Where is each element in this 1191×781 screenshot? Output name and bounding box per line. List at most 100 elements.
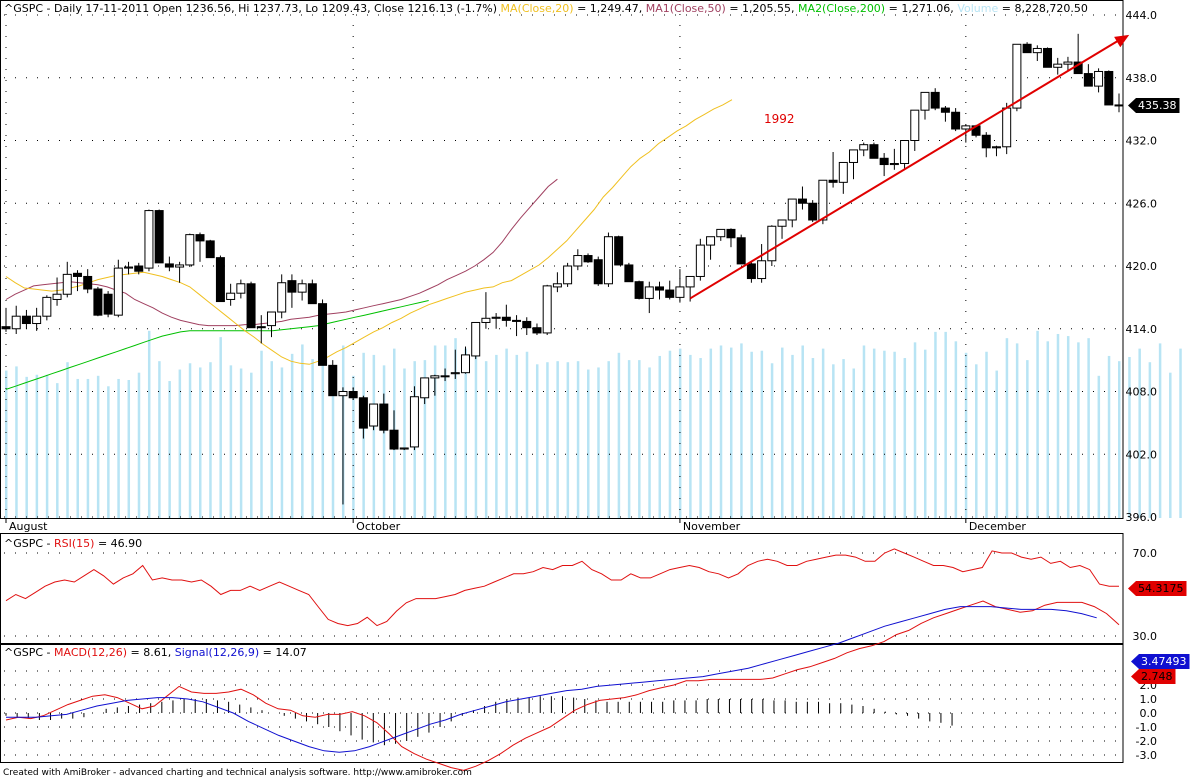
panel-border	[0, 533, 1124, 644]
signal-value: = 14.07	[259, 646, 307, 659]
volume-bar	[158, 361, 161, 518]
x-axis-label: December	[969, 520, 1027, 533]
price-axis-label: 396.0	[1126, 511, 1158, 524]
candle-body	[900, 140, 910, 165]
candle-body	[409, 396, 419, 448]
volume-bar	[923, 349, 927, 518]
volume-bar	[505, 348, 508, 518]
x-axis-label: November	[683, 520, 741, 533]
volume-bar	[985, 351, 988, 518]
symbol-ohlc-text: ^GSPC - Daily 17-11-2011 Open 1236.56, H…	[4, 2, 498, 15]
rsi-panel-header: ^GSPC - RSI(15) = 46.90	[4, 537, 142, 550]
candle-body	[113, 267, 123, 316]
volume-value: = 8,228,720.50	[998, 2, 1088, 15]
volume-bar	[842, 359, 845, 518]
candle-body	[205, 240, 215, 259]
candle-body	[62, 273, 72, 295]
ma200-label: MA2(Close,200)	[798, 2, 886, 15]
candle-body	[1043, 47, 1053, 68]
macd-axis-label: 1.0	[1140, 693, 1158, 706]
volume-bar	[239, 368, 243, 518]
candle-body	[644, 286, 654, 299]
y-axis-labels: 444.0 438.0 432.0 426.0 420.0 414.0 408.0 402.0…	[1126, 9, 1158, 762]
volume-bar	[290, 353, 294, 518]
candle-body	[767, 225, 777, 262]
volume-bar	[25, 376, 28, 518]
price-axis-label: 408.0	[1126, 386, 1158, 399]
trend-arrow-line	[689, 38, 1122, 300]
candle-body	[185, 234, 195, 266]
candle-body	[889, 163, 899, 166]
footer-credit: Created with AmiBroker - advanced charti…	[3, 768, 472, 778]
candle-body	[277, 282, 287, 313]
candle-body	[491, 316, 501, 319]
candle-body	[103, 293, 113, 315]
volume-bar	[209, 362, 212, 518]
candle-body	[72, 272, 82, 277]
candle-body	[746, 263, 756, 280]
candle-body	[797, 198, 807, 204]
volume-bar	[1026, 360, 1029, 518]
candle-body	[42, 296, 52, 317]
volume-bar	[556, 361, 559, 518]
volume-bar	[127, 379, 131, 518]
volume-bar	[719, 345, 723, 518]
volume-bar	[107, 386, 110, 518]
volume-bar	[975, 364, 978, 518]
candle-body	[655, 286, 665, 291]
volume-bar	[566, 362, 570, 518]
price-last-value-badge: 435.38	[1128, 98, 1180, 113]
candle-body	[52, 293, 62, 300]
candle-body	[1104, 70, 1114, 106]
candle-body	[787, 198, 797, 221]
volume-bar	[1087, 338, 1090, 518]
volume-bar	[760, 350, 764, 518]
volume-bar	[229, 365, 233, 518]
candle-body	[460, 354, 470, 374]
candle-body	[828, 179, 838, 183]
volume-bar	[1005, 338, 1009, 518]
macd-value: = 8.61,	[127, 646, 175, 659]
volume-bar	[56, 383, 59, 518]
candle-body	[920, 91, 930, 111]
candle-body	[430, 375, 440, 379]
volume-bar	[96, 375, 100, 518]
volume-bar	[464, 348, 467, 518]
candle-body	[399, 447, 409, 450]
macd-label: MACD(12,26)	[54, 646, 128, 659]
candle-body	[573, 255, 583, 267]
volume-bar	[311, 359, 314, 518]
volume-bar	[627, 360, 631, 518]
ma20-line	[5, 99, 733, 365]
candle-body	[124, 266, 134, 269]
volume-bar	[1138, 348, 1141, 518]
candle-body	[603, 236, 613, 285]
candle-body	[236, 283, 246, 294]
volume-bar	[433, 345, 437, 518]
volume-bar	[668, 350, 672, 518]
candle-body	[991, 146, 1001, 149]
macd-line	[5, 600, 1120, 771]
signal-last-value-badge: 3.47493	[1131, 654, 1190, 669]
candle-body	[910, 109, 920, 141]
candle-body	[246, 283, 256, 329]
volume-bar	[484, 361, 488, 518]
volume-bar	[546, 362, 549, 518]
candle-body	[665, 289, 675, 298]
candle-body	[1002, 107, 1012, 148]
candle-body	[685, 275, 695, 288]
volume-bar	[331, 374, 335, 518]
candle-body	[420, 377, 430, 399]
volume-bar	[76, 378, 79, 518]
candle-body	[614, 236, 624, 266]
candle-body	[859, 144, 869, 151]
candle-body	[552, 283, 562, 288]
macd-axis-label: -2.0	[1136, 735, 1157, 748]
volume-bar	[1158, 343, 1162, 518]
candle-body	[522, 320, 532, 329]
volume-bar	[403, 368, 406, 518]
volume-bar	[678, 348, 682, 518]
candle-body	[348, 391, 358, 399]
candle-body	[757, 260, 767, 280]
volume-bar	[607, 361, 610, 518]
